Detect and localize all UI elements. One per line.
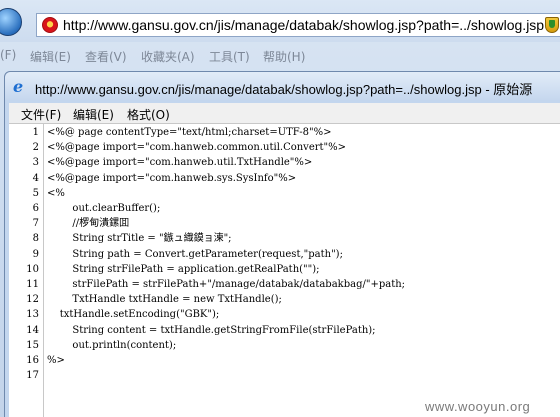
view-source-window: e http://www.gansu.gov.cn/jis/manage/dat… — [4, 71, 560, 417]
code-line: <%@ page contentType="text/html;charset=… — [47, 127, 332, 138]
line-number: 6 — [32, 203, 39, 214]
code-line: //椤甸潰鏍囬 — [47, 218, 130, 230]
source-code-area[interactable]: 1 2 3 4 5 6 7 8 9 10 11 12 13 14 15 16 17 <%@ page conte… — [9, 123, 560, 417]
line-number: 1 — [32, 127, 39, 138]
line-number-gutter: 1 2 3 4 5 6 7 8 9 10 11 12 13 14 15 16 17 — [9, 124, 44, 417]
line-number: 3 — [32, 157, 39, 169]
browser-address-row: http://www.gansu.gov.cn/jis/manage/datab… — [0, 0, 560, 42]
code-line: <%@page import="com.hanweb.sys.SysInfo"%… — [47, 172, 297, 184]
screen: http://www.gansu.gov.cn/jis/manage/datab… — [0, 0, 560, 417]
menu-favorites[interactable]: 收藏夹(A) — [141, 48, 195, 65]
line-number: 13 — [26, 309, 39, 321]
ie-icon: e — [13, 77, 24, 96]
line-number: 14 — [26, 324, 39, 336]
popup-menu-bar: 文件(F) 编辑(E) 格式(O) — [9, 103, 560, 124]
line-number: 4 — [32, 172, 39, 184]
line-number: 7 — [32, 218, 39, 230]
line-number: 11 — [26, 279, 39, 290]
menu-view[interactable]: 查看(V) — [85, 48, 127, 65]
line-number: 16 — [26, 355, 39, 366]
site-emblem-icon — [42, 17, 58, 33]
line-number: 15 — [26, 339, 39, 351]
code-line: <% — [47, 187, 65, 199]
popup-menu-file[interactable]: 文件(F) — [21, 106, 61, 123]
code-line: String content = txtHandle.getStringFrom… — [47, 324, 376, 336]
line-number: 17 — [26, 370, 39, 382]
line-number: 8 — [32, 233, 39, 245]
line-number: 10 — [26, 263, 39, 275]
code-line: out.clearBuffer(); — [47, 203, 161, 214]
popup-menu-edit[interactable]: 编辑(E) — [73, 106, 114, 123]
line-number: 2 — [32, 142, 39, 154]
popup-title-bar[interactable]: e http://www.gansu.gov.cn/jis/manage/dat… — [5, 72, 560, 100]
code-line: <%@page import="com.hanweb.common.util.C… — [47, 142, 347, 154]
code-line: String strFilePath = application.getReal… — [47, 263, 320, 275]
popup-title: http://www.gansu.gov.cn/jis/manage/datab… — [35, 82, 533, 97]
address-bar[interactable]: http://www.gansu.gov.cn/jis/manage/datab… — [36, 13, 560, 37]
code-line: strFilePath = strFilePath+"/manage/datab… — [47, 279, 406, 290]
code-line: String path = Convert.getParameter(reque… — [47, 248, 343, 260]
code-line: out.println(content); — [47, 339, 177, 351]
browser-menu-bar: (F) 编辑(E) 查看(V) 收藏夹(A) 工具(T) 帮助(H) — [0, 45, 560, 67]
code-line: TxtHandle txtHandle = new TxtHandle(); — [47, 294, 282, 306]
popup-menu-format[interactable]: 格式(O) — [127, 106, 170, 123]
compatibility-shield-icon[interactable] — [545, 17, 559, 33]
code-line: txtHandle.setEncoding("GBK"); — [47, 309, 220, 321]
watermark: www.wooyun.org — [425, 399, 531, 414]
code-line: String strTitle = "鏃ュ織鏌ョ湅"; — [47, 233, 232, 245]
menu-edit[interactable]: 编辑(E) — [30, 48, 71, 65]
menu-help[interactable]: 帮助(H) — [263, 48, 305, 65]
line-number: 9 — [32, 248, 39, 260]
back-button[interactable] — [0, 8, 22, 36]
line-number: 5 — [32, 187, 39, 199]
menu-tools[interactable]: 工具(T) — [209, 48, 250, 65]
address-text[interactable]: http://www.gansu.gov.cn/jis/manage/datab… — [63, 17, 544, 33]
menu-file[interactable]: (F) — [0, 48, 16, 62]
line-number: 12 — [26, 294, 39, 306]
code-line: %> — [47, 355, 65, 366]
code-line: <%@page import="com.hanweb.util.TxtHandl… — [47, 157, 313, 169]
